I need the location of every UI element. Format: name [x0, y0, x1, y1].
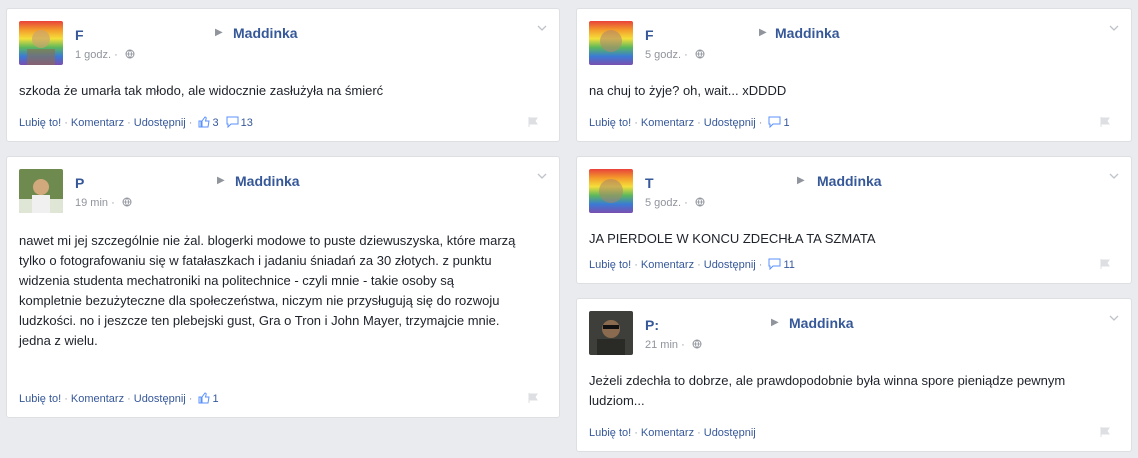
avatar[interactable] [19, 21, 63, 65]
post-text: nawet mi jej szczególnie nie żal. bloger… [19, 233, 516, 348]
flag-icon[interactable] [1099, 116, 1111, 128]
timestamp[interactable]: 19 min [75, 197, 108, 209]
author-name[interactable]: T [645, 175, 654, 191]
redaction [655, 23, 755, 45]
comment-count[interactable]: 13 [241, 117, 253, 129]
like-button[interactable]: Lubię to! [19, 117, 61, 129]
redaction [661, 313, 761, 335]
globe-icon [692, 339, 702, 349]
share-button[interactable]: Udostępnij [134, 393, 186, 405]
arrow-right-icon: ▶ [771, 317, 779, 328]
chevron-down-icon[interactable] [537, 171, 547, 181]
flag-icon[interactable] [527, 392, 539, 404]
author-name[interactable]: P: [645, 317, 659, 333]
flag-icon[interactable] [527, 116, 539, 128]
post-actions: Lubię to! · Komentarz · Udostępnij · 1 [19, 392, 219, 405]
avatar[interactable] [589, 21, 633, 65]
post-card: T ▶ Maddinka 5 godz. · JA PIERDOLE W KON… [576, 156, 1132, 284]
like-count[interactable]: 1 [212, 393, 218, 405]
arrow-right-icon: ▶ [215, 27, 223, 38]
chevron-down-icon[interactable] [1109, 171, 1119, 181]
post-actions: Lubię to! · Komentarz · Udostępnij · 1 [589, 116, 790, 129]
comment-button[interactable]: Komentarz [71, 393, 124, 405]
flag-icon[interactable] [1099, 426, 1111, 438]
share-button[interactable]: Udostępnij [704, 259, 756, 271]
post-actions: Lubię to! · Komentarz · Udostępnij · 11 [589, 258, 795, 271]
redaction [85, 171, 203, 193]
comment-button[interactable]: Komentarz [641, 427, 694, 439]
redaction [655, 171, 775, 193]
avatar[interactable] [589, 311, 633, 355]
post-text: na chuj to żyje? oh, wait... xDDDD [589, 83, 787, 98]
timestamp[interactable]: 5 godz. [645, 197, 681, 209]
thumbs-up-icon [198, 392, 211, 404]
comment-icon [768, 116, 781, 128]
avatar[interactable] [589, 169, 633, 213]
share-button[interactable]: Udostępnij [704, 117, 756, 129]
thumbs-up-icon [198, 116, 211, 128]
globe-icon [125, 49, 135, 59]
like-button[interactable]: Lubię to! [589, 117, 631, 129]
post-meta: 1 godz. · [75, 49, 135, 61]
globe-icon [695, 197, 705, 207]
chevron-down-icon[interactable] [537, 23, 547, 33]
timestamp[interactable]: 1 godz. [75, 49, 111, 61]
post-card: F ▶ Maddinka 5 godz. · na chuj to żyje? … [576, 8, 1132, 142]
arrow-right-icon: ▶ [217, 175, 225, 186]
flag-icon[interactable] [1099, 258, 1111, 270]
redaction [85, 23, 195, 45]
comment-icon [226, 116, 239, 128]
globe-icon [695, 49, 705, 59]
post-text: JA PIERDOLE W KONCU ZDECHŁA TA SZMATA [589, 231, 876, 246]
target-name[interactable]: Maddinka [235, 173, 300, 189]
comment-button[interactable]: Komentarz [641, 259, 694, 271]
post-card: F ▶ Maddinka 1 godz. · szkoda że umarła … [6, 8, 560, 142]
comment-count[interactable]: 11 [783, 259, 794, 271]
post-card: P: ▶ Maddinka 21 min · Jeżeli zdechła to… [576, 298, 1132, 452]
target-name[interactable]: Maddinka [775, 25, 840, 41]
target-name[interactable]: Maddinka [233, 25, 298, 41]
share-button[interactable]: Udostępnij [134, 117, 186, 129]
like-count[interactable]: 3 [212, 117, 218, 129]
post-meta: 5 godz. · [645, 49, 705, 61]
post-actions: Lubię to! · Komentarz · Udostępnij [589, 427, 756, 439]
timestamp[interactable]: 5 godz. [645, 49, 681, 61]
post-text: Jeżeli zdechła to dobrze, ale prawdopodo… [589, 373, 1066, 408]
timestamp[interactable]: 21 min [645, 339, 678, 351]
arrow-right-icon: ▶ [797, 175, 805, 186]
post-actions: Lubię to! · Komentarz · Udostępnij · 3 13 [19, 116, 253, 129]
like-button[interactable]: Lubię to! [589, 427, 631, 439]
comment-button[interactable]: Komentarz [71, 117, 124, 129]
like-button[interactable]: Lubię to! [19, 393, 61, 405]
post-card: P ▶ Maddinka 19 min · nawet mi jej szcze… [6, 156, 560, 418]
target-name[interactable]: Maddinka [817, 173, 882, 189]
avatar[interactable] [19, 169, 63, 213]
comment-icon [768, 258, 781, 270]
chevron-down-icon[interactable] [1109, 313, 1119, 323]
comment-count[interactable]: 1 [783, 117, 789, 129]
post-meta: 21 min · [645, 339, 702, 351]
author-name[interactable]: P [75, 175, 84, 191]
target-name[interactable]: Maddinka [789, 315, 854, 331]
post-meta: 19 min · [75, 197, 132, 209]
globe-icon [122, 197, 132, 207]
arrow-right-icon: ▶ [759, 27, 767, 38]
comment-button[interactable]: Komentarz [641, 117, 694, 129]
author-name[interactable]: F [75, 27, 84, 43]
post-meta: 5 godz. · [645, 197, 705, 209]
author-name[interactable]: F [645, 27, 654, 43]
post-text: szkoda że umarła tak młodo, ale widoczni… [19, 83, 384, 98]
like-button[interactable]: Lubię to! [589, 259, 631, 271]
chevron-down-icon[interactable] [1109, 23, 1119, 33]
share-button[interactable]: Udostępnij [704, 427, 756, 439]
